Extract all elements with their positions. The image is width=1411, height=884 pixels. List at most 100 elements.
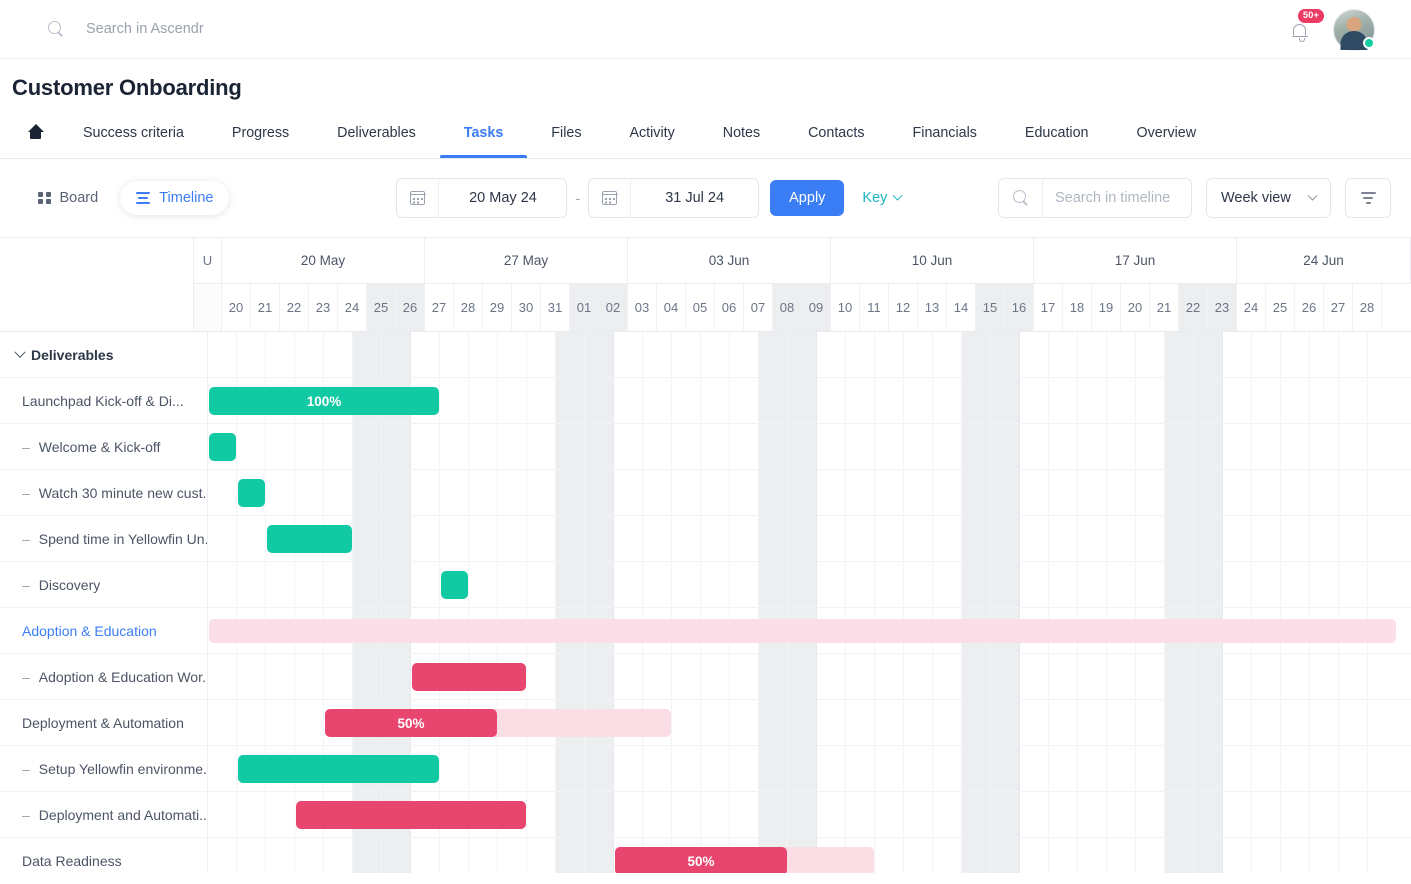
gantt-header: U 20 May 27 May 03 Jun 10 Jun 17 Jun 24 Jun 2…	[0, 238, 1411, 332]
global-search[interactable]: Search in Ascendr	[0, 21, 204, 37]
gantt-chart: U 20 May 27 May 03 Jun 10 Jun 17 Jun 24 Jun 2…	[0, 238, 1411, 873]
row-gridline	[208, 561, 1411, 562]
gantt-header-weeks: 20 May 27 May 03 Jun 10 Jun 17 Jun 24 Jun 20 2…	[222, 238, 1411, 331]
task-row-label[interactable]: – Spend time in Yellowfin Un...	[0, 516, 207, 562]
gantt-body: Deliverables Launchpad Kick-off & Di... – W…	[0, 332, 1411, 873]
day-label: 30	[512, 284, 541, 331]
day-label: 13	[918, 284, 947, 331]
filter-button[interactable]	[1345, 178, 1391, 218]
board-view-label: Board	[59, 190, 99, 206]
row-gridline	[208, 607, 1411, 608]
week-label: 17 Jun	[1034, 238, 1237, 283]
page-title: Customer Onboarding	[12, 75, 242, 100]
row-gridline	[208, 377, 1411, 378]
row-gridline	[208, 423, 1411, 424]
gantt-bar[interactable]	[267, 525, 352, 553]
gantt-bar[interactable]: 50%	[325, 709, 497, 737]
day-label: 26	[396, 284, 425, 331]
notifications-button[interactable]: 50+	[1289, 8, 1324, 45]
day-label: 06	[715, 284, 744, 331]
day-label: 08	[773, 284, 802, 331]
date-from-value: 20 May 24	[469, 190, 537, 206]
apply-button[interactable]: Apply	[770, 180, 845, 216]
child-task-dash: –	[22, 806, 30, 823]
tab-success-criteria[interactable]: Success criteria	[59, 111, 208, 158]
date-to-field[interactable]: 31 Jul 24	[588, 178, 760, 218]
tab-contacts[interactable]: Contacts	[784, 111, 888, 158]
key-dropdown[interactable]: Key	[862, 190, 903, 206]
day-label: 18	[1063, 284, 1092, 331]
board-view-button[interactable]: Board	[22, 181, 114, 215]
day-label: 22	[1179, 284, 1208, 331]
task-row-label[interactable]: Deliverables	[0, 332, 207, 378]
gantt-bar[interactable]	[238, 479, 265, 507]
gantt-bar[interactable]	[238, 755, 439, 783]
gantt-bar[interactable]: 100%	[209, 387, 439, 415]
tab-financials[interactable]: Financials	[889, 111, 1001, 158]
timeline-view-button[interactable]: Timeline	[120, 181, 230, 215]
task-row-label[interactable]: – Deployment and Automati...	[0, 792, 207, 838]
child-task-dash: –	[22, 760, 30, 777]
gantt-bar[interactable]	[441, 571, 468, 599]
tab-files[interactable]: Files	[527, 111, 605, 158]
key-label: Key	[862, 190, 888, 206]
task-row-label[interactable]: – Adoption & Education Wor...	[0, 654, 207, 700]
tab-progress[interactable]: Progress	[208, 111, 313, 158]
gantt-bar[interactable]	[209, 433, 236, 461]
gantt-bar[interactable]	[209, 619, 1396, 643]
day-label: 22	[280, 284, 309, 331]
gantt-bar[interactable]	[296, 801, 526, 829]
tab-activity[interactable]: Activity	[605, 111, 698, 158]
tab-tasks[interactable]: Tasks	[439, 111, 528, 158]
date-from-field[interactable]: 20 May 24	[396, 178, 568, 218]
timeline-tools: Week view	[998, 178, 1391, 218]
week-label: 03 Jun	[628, 238, 831, 283]
grid-icon	[38, 191, 51, 205]
task-name: Deliverables	[31, 346, 114, 363]
gantt-bar[interactable]: 50%	[615, 847, 787, 873]
task-list-column: Deliverables Launchpad Kick-off & Di... – W…	[0, 332, 208, 873]
task-name: Deployment and Automati...	[38, 806, 207, 823]
child-task-dash: –	[22, 484, 30, 501]
task-row-label[interactable]: Deployment & Automation	[0, 700, 207, 746]
search-input[interactable]	[1043, 190, 1191, 206]
task-row-label[interactable]: – Setup Yellowfin environme...	[0, 746, 207, 792]
task-row-label[interactable]: – Welcome & Kick-off	[0, 424, 207, 470]
day-label: 29	[483, 284, 512, 331]
task-name: Launchpad Kick-off & Di...	[22, 392, 184, 409]
notification-badge: 50+	[1297, 8, 1324, 23]
date-range-separator: -	[575, 190, 581, 206]
tab-education[interactable]: Education	[1001, 111, 1113, 158]
u-column-label: U	[193, 238, 221, 284]
gantt-bar[interactable]	[412, 663, 526, 691]
home-icon	[26, 124, 44, 139]
avatar[interactable]	[1333, 8, 1375, 51]
task-row-label[interactable]: Adoption & Education	[0, 608, 207, 654]
tab-home[interactable]	[14, 111, 59, 158]
tab-notes[interactable]: Notes	[699, 111, 784, 158]
task-name: Discovery	[38, 576, 101, 593]
day-label: 28	[1353, 284, 1382, 331]
tab-deliverables[interactable]: Deliverables	[313, 111, 440, 158]
chevron-down-icon	[892, 190, 903, 201]
date-range-controls: 20 May 24 - 31 Jul 24 Apply Key	[396, 178, 903, 218]
chevron-down-icon	[1307, 190, 1318, 201]
date-to-value: 31 Jul 24	[665, 190, 725, 206]
chevron-down-icon[interactable]	[14, 346, 26, 358]
task-row-label[interactable]: – Discovery	[0, 562, 207, 608]
week-labels-row: 20 May 27 May 03 Jun 10 Jun 17 Jun 24 Jun	[222, 238, 1411, 284]
task-row-label[interactable]: Launchpad Kick-off & Di...	[0, 378, 207, 424]
task-row-label[interactable]: Data Readiness	[0, 838, 207, 873]
timeline-search[interactable]	[998, 178, 1192, 218]
task-name: Watch 30 minute new cust...	[38, 484, 207, 501]
day-label: 20	[222, 284, 251, 331]
tab-overview[interactable]: Overview	[1113, 111, 1221, 158]
day-label: 27	[425, 284, 454, 331]
online-status-dot	[1363, 36, 1375, 49]
task-name: Deployment & Automation	[22, 714, 184, 731]
view-switcher: Board Timeline	[22, 181, 230, 215]
task-row-label[interactable]: – Watch 30 minute new cust...	[0, 470, 207, 516]
day-label: 23	[309, 284, 338, 331]
day-label: 12	[889, 284, 918, 331]
view-scale-dropdown[interactable]: Week view	[1206, 178, 1331, 218]
